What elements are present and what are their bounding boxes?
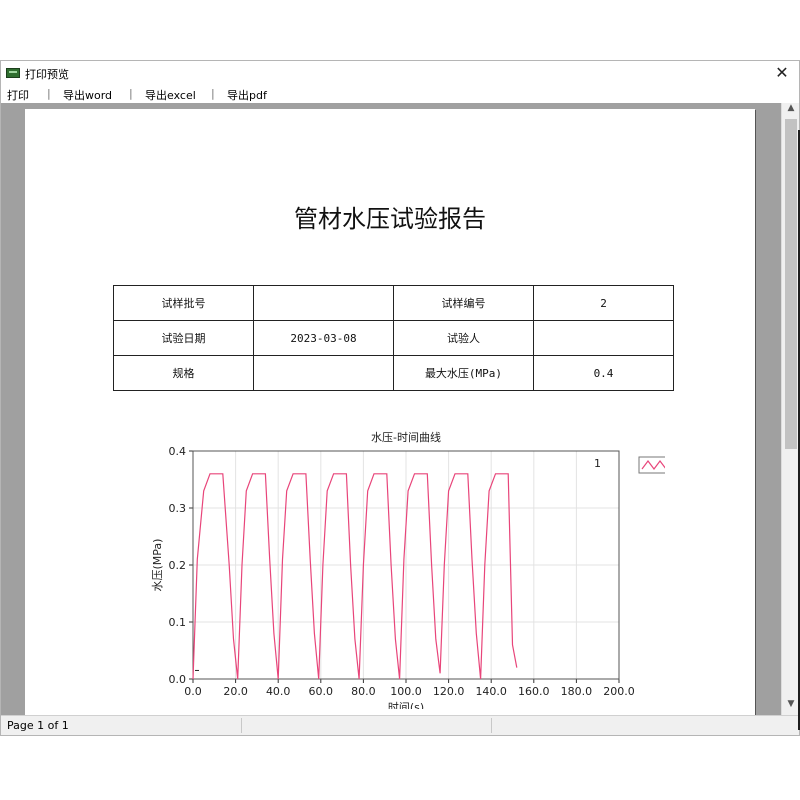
table-cell: 规格 (113, 355, 254, 391)
scroll-thumb[interactable] (785, 119, 797, 449)
x-tick-label: 20.0 (223, 685, 248, 698)
status-bar: Page 1 of 1 (1, 715, 799, 735)
menu-separator: | (211, 87, 215, 100)
x-tick-label: 200.0 (603, 685, 635, 698)
table-cell: 试验日期 (113, 320, 254, 356)
vertical-scrollbar[interactable]: ▲ ▼ (781, 103, 799, 715)
report-page: 管材水压试验报告 试样批号 试样编号 2 试验日期 2023-03-08 试验人… (25, 109, 755, 715)
x-axis-label: 时间(s) (388, 701, 424, 709)
menu-export-excel[interactable]: 导出excel (145, 87, 196, 103)
table-cell (253, 355, 394, 391)
x-tick-label: 140.0 (475, 685, 507, 698)
x-tick-label: 100.0 (390, 685, 422, 698)
scroll-down-icon[interactable]: ▼ (785, 699, 797, 713)
menu-separator: | (129, 87, 133, 100)
legend-label: 1 (594, 457, 601, 470)
pressure-time-chart: 0.0 20.0 40.0 60.0 80.0 100.0 120.0 140.0 160.0 1… (151, 430, 665, 709)
x-tick-label: 60.0 (309, 685, 334, 698)
x-tick-label: 180.0 (561, 685, 593, 698)
title-bar: 打印预览 ✕ (1, 61, 799, 85)
menu-print[interactable]: 打印 (7, 87, 29, 103)
table-row: 试样批号 试样编号 2 (113, 285, 674, 321)
app-icon (6, 68, 20, 78)
report-title: 管材水压试验报告 (294, 205, 486, 233)
status-divider (491, 718, 492, 733)
y-tick-label: 0.2 (169, 559, 187, 572)
menu-export-word[interactable]: 导出word (63, 87, 112, 103)
table-cell (533, 320, 674, 356)
x-tick-label: 160.0 (518, 685, 550, 698)
table-cell: 试验人 (393, 320, 534, 356)
status-divider (241, 718, 242, 733)
scroll-up-icon[interactable]: ▲ (785, 103, 797, 117)
table-cell: 2023-03-08 (253, 320, 394, 356)
x-tick-label: 40.0 (266, 685, 291, 698)
y-tick-label: 0.4 (169, 445, 187, 458)
x-tick-label: 80.0 (351, 685, 376, 698)
table-cell: 最大水压(MPa) (393, 355, 534, 391)
close-button[interactable]: ✕ (771, 62, 793, 84)
menu-separator: | (47, 87, 51, 100)
table-cell: 试样编号 (393, 285, 534, 321)
page-indicator: Page 1 of 1 (7, 719, 69, 732)
table-cell: 2 (533, 285, 674, 321)
legend-swatch (638, 456, 665, 474)
x-tick-label: 120.0 (433, 685, 465, 698)
y-tick-label: 0.1 (169, 616, 187, 629)
y-axis-label: 水压(MPa) (151, 539, 164, 592)
table-row: 试验日期 2023-03-08 试验人 (113, 320, 674, 356)
chart-title: 水压-时间曲线 (371, 430, 441, 444)
menu-export-pdf[interactable]: 导出pdf (227, 87, 267, 103)
x-tick-label: 0.0 (184, 685, 202, 698)
table-cell: 0.4 (533, 355, 674, 391)
table-cell: 试样批号 (113, 285, 254, 321)
y-tick-label: 0.0 (169, 673, 187, 686)
print-preview-window: 打印预览 ✕ 打印 | 导出word | 导出excel | 导出pdf 管材水… (0, 60, 800, 736)
info-table: 试样批号 试样编号 2 试验日期 2023-03-08 试验人 规格 最大水压(… (113, 285, 674, 391)
preview-area[interactable]: 管材水压试验报告 试样批号 试样编号 2 试验日期 2023-03-08 试验人… (1, 103, 781, 715)
y-tick-label: 0.3 (169, 502, 187, 515)
window-title: 打印预览 (25, 68, 69, 81)
table-row: 规格 最大水压(MPa) 0.4 (113, 355, 674, 391)
table-cell (253, 285, 394, 321)
menu-bar: 打印 | 导出word | 导出excel | 导出pdf (1, 85, 799, 103)
